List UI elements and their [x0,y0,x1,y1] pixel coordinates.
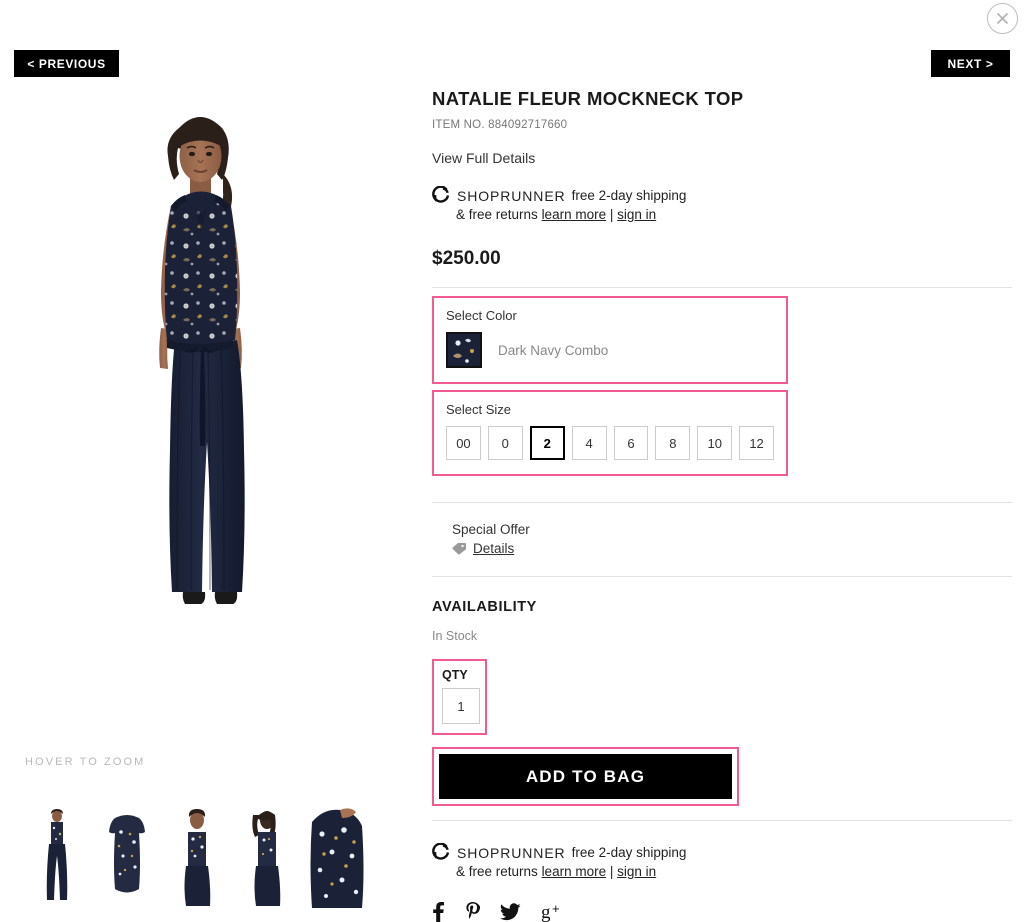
pinterest-icon[interactable] [465,901,481,922]
select-size-label: Select Size [446,402,512,417]
size-selector[interactable]: Select Size 00 0 2 4 6 8 10 12 [432,390,788,476]
thumbnail-image-front-detail [184,809,210,906]
next-button[interactable]: NEXT > [931,50,1010,77]
close-icon[interactable] [987,3,1018,34]
product-detail-page: < PREVIOUS NEXT > HOVER TO ZOOM NATALIE … [0,0,1024,922]
thumbnail-2[interactable] [166,804,227,908]
size-option-4[interactable]: 4 [571,426,607,460]
thumbnail-image-back [251,811,280,906]
quantity-section: QTY [432,659,487,735]
product-gallery: HOVER TO ZOOM [0,88,400,908]
next-button-label: NEXT > [947,56,994,71]
product-price: $250.00 [432,248,501,269]
size-option-12[interactable]: 12 [739,426,774,460]
item-number: ITEM NO. 884092717660 [432,119,568,131]
shoprunner-shipping-text: free 2-day shipping [571,845,687,860]
divider-above-availability [432,576,1012,577]
social-share-bar: g + [432,901,1012,922]
selected-color-name: Dark Navy Combo [498,342,609,358]
color-selector[interactable]: Select Color Dark Navy Combo [432,296,788,384]
thumbnail-image-fabric-detail [306,804,367,908]
thumbnail-0[interactable] [26,804,87,908]
previous-button[interactable]: < PREVIOUS [14,50,119,77]
shoprunner-brand: SHOPRUNNER [457,187,566,204]
quantity-label: QTY [442,668,468,682]
size-option-00[interactable]: 00 [446,426,481,460]
thumbnail-1[interactable] [96,804,157,908]
size-option-6[interactable]: 6 [613,426,649,460]
close-x-glyph [996,12,1009,25]
shoprunner-logo-icon [432,186,450,203]
model-figure-illustration [159,117,245,604]
size-option-0[interactable]: 0 [487,426,523,460]
shoprunner-separator: | [609,207,614,222]
previous-button-label: < PREVIOUS [27,56,106,71]
learn-more-link[interactable]: learn more [542,207,607,222]
add-to-bag-button[interactable]: ADD TO BAG [439,754,732,799]
size-option-8[interactable]: 8 [655,426,691,460]
thumbnail-4[interactable] [306,804,367,908]
special-offer-section: Special Offer Details [432,503,1012,576]
svg-text:+: + [552,901,560,916]
svg-text:g: g [541,902,551,922]
product-info-panel: NATALIE FLEUR MOCKNECK TOP ITEM NO. 8840… [432,88,1012,922]
select-color-label: Select Color [446,308,517,323]
shoprunner-banner-top: SHOPRUNNER free 2-day shipping & free re… [432,186,1012,222]
size-option-2[interactable]: 2 [529,426,565,460]
thumbnail-image-flatlay [108,815,145,893]
sign-in-link[interactable]: sign in [617,864,656,879]
shoprunner-shipping-text: free 2-day shipping [571,188,687,203]
size-option-10[interactable]: 10 [697,426,733,460]
page-title: NATALIE FLEUR MOCKNECK TOP [432,88,744,109]
facebook-icon[interactable] [432,901,445,922]
googleplus-icon[interactable]: g + [541,901,565,922]
googleplus-glyph: g + [541,901,560,922]
shoprunner-logo-icon [432,843,450,860]
shoprunner-returns-text: & free returns [456,207,538,222]
shoprunner-separator: | [609,864,614,879]
main-product-image[interactable] [0,88,400,663]
sign-in-link[interactable]: sign in [617,207,656,222]
pinterest-glyph [466,902,481,919]
twitter-bird-glyph [500,903,521,921]
divider-above-color [432,287,1012,288]
hover-to-zoom-hint: HOVER TO ZOOM [25,756,146,768]
view-full-details-link[interactable]: View Full Details [432,150,1012,166]
twitter-icon[interactable] [500,903,521,922]
color-swatch-image [448,334,480,366]
quantity-input[interactable] [442,688,480,724]
thumbnail-image-full-front [46,809,67,900]
learn-more-link[interactable]: learn more [542,864,607,879]
shoprunner-banner-bottom: SHOPRUNNER free 2-day shipping & free re… [432,843,1012,879]
tag-icon [452,542,466,554]
facebook-glyph [433,902,444,922]
availability-heading: AVAILABILITY [432,599,537,615]
special-offer-details-link[interactable]: Details [473,541,514,556]
thumbnail-strip [26,804,367,908]
special-offer-title: Special Offer [452,522,530,537]
size-options: 00 0 2 4 6 8 10 12 [446,426,774,460]
shoprunner-brand: SHOPRUNNER [457,844,566,861]
add-to-bag-wrapper: ADD TO BAG [432,747,739,806]
divider-above-shoprunner-bottom [432,820,1012,821]
color-swatch-dark-navy[interactable] [446,332,482,368]
availability-status: In Stock [432,629,478,643]
shoprunner-returns-text: & free returns [456,864,538,879]
thumbnail-3[interactable] [236,804,297,908]
